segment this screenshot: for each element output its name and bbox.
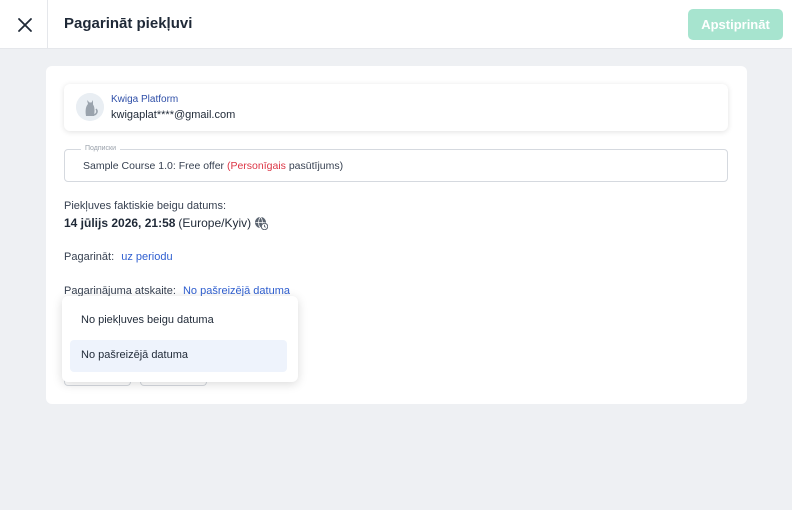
personal-type: (Personīgais xyxy=(226,160,286,172)
access-end-timezone: (Europe/Kyiv) xyxy=(178,216,252,230)
dropdown-option-end-date[interactable]: No piekļuves beigu datuma xyxy=(70,305,287,337)
subscription-field[interactable]: Подписки Sample Course 1.0: Free offer (… xyxy=(64,145,728,182)
subscription-legend: Подписки xyxy=(81,145,121,152)
access-end-value: 14 jūlijs 2026, 21:58 (Europe/Kyiv) xyxy=(64,216,269,230)
extend-label: Pagarināt: xyxy=(64,251,115,263)
access-end-label: Piekļuves faktiskie beigu datums: xyxy=(64,200,227,212)
user-email: kwigaplat****@gmail.com xyxy=(111,109,236,121)
extend-period-link[interactable]: uz periodu xyxy=(121,251,172,263)
access-end-date: 14 jūlijs 2026, 21:58 xyxy=(64,216,176,230)
extend-row: Pagarināt: uz periodu xyxy=(64,251,173,263)
user-name[interactable]: Kwiga Platform xyxy=(111,94,178,105)
close-button[interactable] xyxy=(12,12,38,38)
globe-clock-icon[interactable] xyxy=(254,216,269,230)
reference-dropdown: No piekļuves beigu datuma No pašreizējā … xyxy=(62,296,298,382)
dropdown-option-current-date[interactable]: No pašreizējā datuma xyxy=(70,340,287,372)
close-icon xyxy=(18,18,32,32)
course-name: Sample Course 1.0: Free offer xyxy=(83,160,225,172)
top-bar: Pagarināt piekļuvi Apstiprināt xyxy=(0,0,792,49)
page-title: Pagarināt piekļuvi xyxy=(64,15,193,32)
subscription-text: Sample Course 1.0: Free offer (Personīga… xyxy=(83,160,343,172)
topbar-divider xyxy=(47,0,48,49)
cat-avatar xyxy=(76,93,104,121)
order-type: pasūtījums) xyxy=(288,160,344,172)
user-card: Kwiga Platform kwigaplat****@gmail.com xyxy=(64,84,728,131)
confirm-button[interactable]: Apstiprināt xyxy=(688,9,783,40)
